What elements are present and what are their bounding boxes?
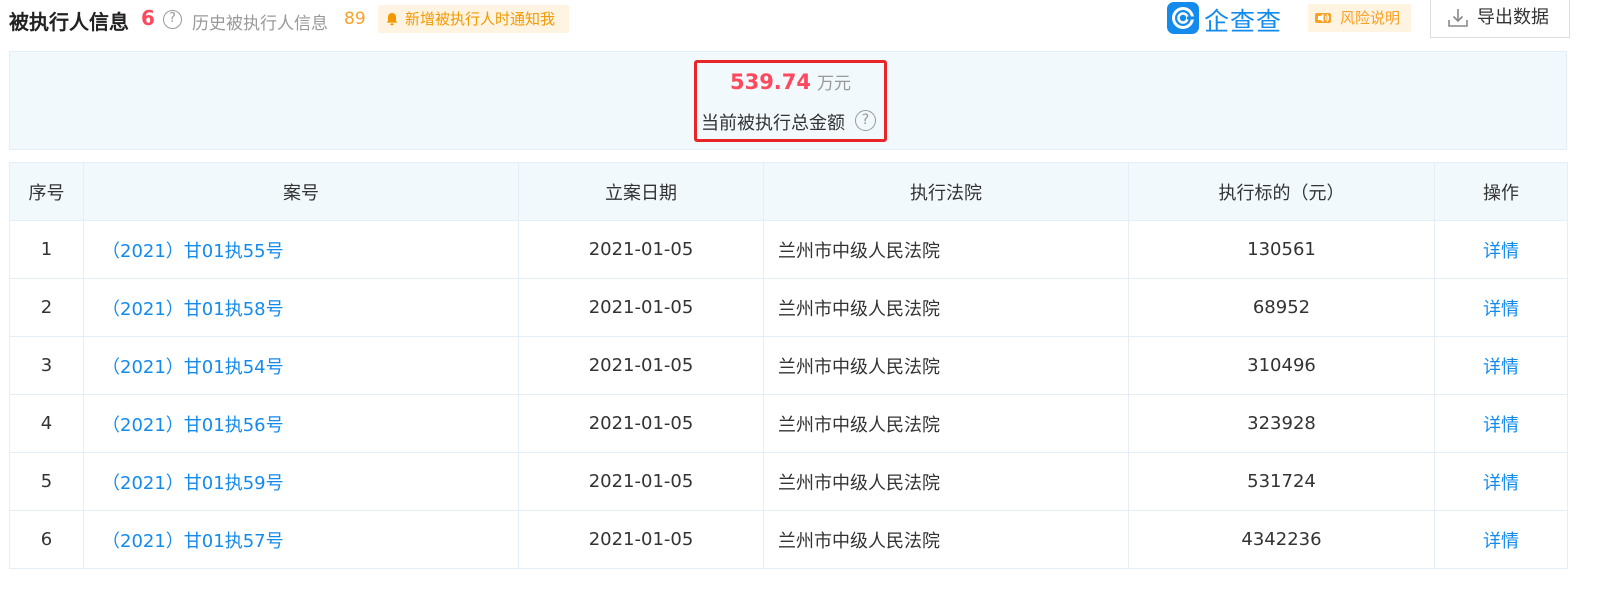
record-count: 6 [141,6,155,30]
court-name: 兰州市中级人民法院 [763,278,1129,337]
notify-me-button[interactable]: 新增被执行人时通知我 [378,5,569,33]
detail-link[interactable]: 详情 [1434,510,1568,569]
column-header-amount: 执行标的（元） [1128,162,1435,221]
case-number-link[interactable]: （2021）甘01执55号 [83,220,519,279]
export-data-button[interactable]: 导出数据 [1430,0,1570,38]
column-header-index: 序号 [9,162,84,221]
filing-date: 2021-01-05 [518,278,764,337]
table-row: 4 （2021）甘01执56号 2021-01-05 兰州市中级人民法院 323… [9,394,1568,453]
section-title: 被执行人信息 [9,10,129,34]
row-index: 5 [9,452,84,511]
execution-amount: 130561 [1128,220,1435,279]
summary-panel: 539.74 万元 当前被执行总金额 ? [9,51,1567,150]
question-circle-icon[interactable]: ? [855,110,876,131]
notify-me-label: 新增被执行人时通知我 [405,10,556,28]
section-header: 被执行人信息 6 ? 历史被执行人信息 89 新增被执行人时通知我 企查查 风险… [0,0,1612,38]
court-name: 兰州市中级人民法院 [763,220,1129,279]
detail-link[interactable]: 详情 [1434,452,1568,511]
row-index: 2 [9,278,84,337]
history-link[interactable]: 历史被执行人信息 [192,9,328,34]
risk-explanation-label: 风险说明 [1340,9,1401,27]
row-index: 3 [9,336,84,395]
qichacha-logo-icon [1167,2,1199,34]
case-number-link[interactable]: （2021）甘01执57号 [83,510,519,569]
table-row: 3 （2021）甘01执54号 2021-01-05 兰州市中级人民法院 310… [9,336,1568,395]
execution-amount: 323928 [1128,394,1435,453]
total-amount-value: 539.74 [729,70,812,94]
case-number-link[interactable]: （2021）甘01执56号 [83,394,519,453]
speaker-icon [1315,13,1331,23]
total-amount-unit: 万元 [817,74,852,94]
court-name: 兰州市中级人民法院 [763,394,1129,453]
risk-explanation-button[interactable]: 风险说明 [1308,4,1411,32]
bell-icon [386,13,398,26]
table-row: 2 （2021）甘01执58号 2021-01-05 兰州市中级人民法院 689… [9,278,1568,337]
case-number-link[interactable]: （2021）甘01执59号 [83,452,519,511]
filing-date: 2021-01-05 [518,220,764,279]
question-circle-icon[interactable]: ? [163,10,182,29]
execution-amount: 531724 [1128,452,1435,511]
total-amount-label: 当前被执行总金额 [701,113,845,134]
total-amount-row: 539.74 万元 [697,69,884,94]
execution-amount: 68952 [1128,278,1435,337]
filing-date: 2021-01-05 [518,336,764,395]
detail-link[interactable]: 详情 [1434,336,1568,395]
table-header-row: 序号 案号 立案日期 执行法院 执行标的（元） 操作 [9,162,1568,221]
detail-link[interactable]: 详情 [1434,394,1568,453]
filing-date: 2021-01-05 [518,394,764,453]
execution-amount: 310496 [1128,336,1435,395]
detail-link[interactable]: 详情 [1434,278,1568,337]
row-index: 4 [9,394,84,453]
data-table: 序号 案号 立案日期 执行法院 执行标的（元） 操作 1 （2021）甘01执5… [9,162,1568,569]
history-count[interactable]: 89 [344,9,366,29]
court-name: 兰州市中级人民法院 [763,336,1129,395]
column-header-court: 执行法院 [763,162,1129,221]
export-data-label: 导出数据 [1477,7,1549,28]
executed-person-table: 序号 案号 立案日期 执行法院 执行标的（元） 操作 1 （2021）甘01执5… [9,162,1568,569]
column-header-case-number: 案号 [83,162,519,221]
court-name: 兰州市中级人民法院 [763,510,1129,569]
table-row: 1 （2021）甘01执55号 2021-01-05 兰州市中级人民法院 130… [9,220,1568,279]
logo-text: 企查查 [1204,7,1283,36]
court-name: 兰州市中级人民法院 [763,452,1129,511]
table-row: 6 （2021）甘01执57号 2021-01-05 兰州市中级人民法院 434… [9,510,1568,569]
case-number-link[interactable]: （2021）甘01执54号 [83,336,519,395]
row-index: 1 [9,220,84,279]
execution-amount: 4342236 [1128,510,1435,569]
column-header-action: 操作 [1434,162,1568,221]
filing-date: 2021-01-05 [518,452,764,511]
total-amount-highlight: 539.74 万元 当前被执行总金额 ? [694,60,887,142]
row-index: 6 [9,510,84,569]
column-header-filing-date: 立案日期 [518,162,764,221]
filing-date: 2021-01-05 [518,510,764,569]
table-row: 5 （2021）甘01执59号 2021-01-05 兰州市中级人民法院 531… [9,452,1568,511]
detail-link[interactable]: 详情 [1434,220,1568,279]
download-icon [1448,9,1468,27]
case-number-link[interactable]: （2021）甘01执58号 [83,278,519,337]
